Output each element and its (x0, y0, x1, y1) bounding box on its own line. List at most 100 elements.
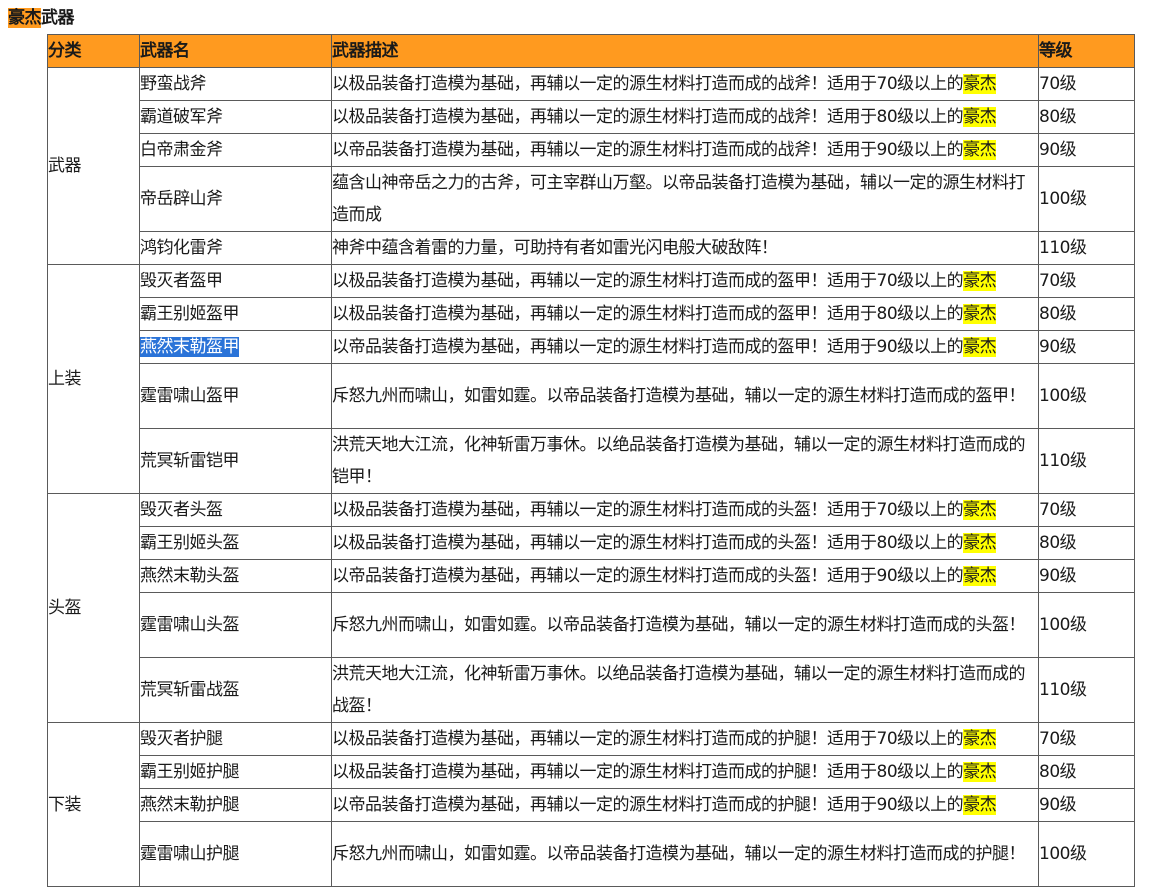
weapon-description: 斥怒九州而啸山，如雷如霆。以帝品装备打造模为基础，辅以一定的源生材料打造而成的盔… (332, 386, 1026, 406)
table-row: 霆雷啸山盔甲 斥怒九州而啸山，如雷如霆。以帝品装备打造模为基础，辅以一定的源生材料… (48, 363, 1135, 429)
weapon-description-cell: 以极品装备打造模为基础，再辅以一定的源生材料打造而成的盔甲！适用于70级以上的豪… (331, 264, 1039, 298)
weapon-description: 斥怒九州而啸山，如雷如霆。以帝品装备打造模为基础，辅以一定的源生材料打造而成的护… (332, 844, 1026, 864)
category-cell: 头盔 (47, 493, 140, 723)
level-cell: 100级 (1038, 166, 1135, 232)
weapon-name: 毁灭者盔甲 (140, 271, 223, 291)
weapon-name-cell: 霆雷啸山头盔 (139, 592, 332, 658)
table-body: 武器 野蛮战斧 以极品装备打造模为基础，再辅以一定的源生材料打造而成的战斧！适用于7… (47, 67, 1135, 887)
weapon-name-cell: 霆雷啸山盔甲 (139, 363, 332, 429)
weapon-description-cell: 以极品装备打造模为基础，再辅以一定的源生材料打造而成的盔甲！适用于80级以上的豪… (331, 297, 1039, 331)
weapon-name-cell: 霸王别姬盔甲 (139, 297, 332, 331)
table-row: 荒冥斩雷铠甲 洪荒天地大江流，化神斩雷万事休。以绝品装备打造模为基础，辅以一定的源… (48, 428, 1135, 494)
highlighted-term: 豪杰 (963, 107, 997, 127)
weapon-name: 鸿钧化雷斧 (140, 238, 223, 258)
weapon-description-cell: 蕴含山神帝岳之力的古斧，可主宰群山万壑。以帝品装备打造模为基础，辅以一定的源生材… (331, 166, 1039, 232)
table-row: 武器 野蛮战斧 以极品装备打造模为基础，再辅以一定的源生材料打造而成的战斧！适用于7… (47, 67, 1135, 265)
weapon-description: 洪荒天地大江流，化神斩雷万事休。以绝品装备打造模为基础，辅以一定的源生材料打造而… (332, 664, 1026, 716)
weapon-name-cell: 霆雷啸山护腿 (139, 821, 332, 887)
weapon-description: 以极品装备打造模为基础，再辅以一定的源生材料打造而成的盔甲！适用于80级以上的 (332, 304, 964, 324)
weapon-name: 霸道破军斧 (140, 107, 223, 127)
highlighted-term: 豪杰 (963, 500, 997, 520)
level-cell: 70级 (1038, 722, 1135, 756)
highlighted-term: 豪杰 (963, 533, 997, 553)
weapon-name: 霸王别姬盔甲 (140, 304, 240, 324)
weapon-description: 洪荒天地大江流，化神斩雷万事休。以绝品装备打造模为基础，辅以一定的源生材料打造而… (332, 435, 1026, 487)
level-cell: 70级 (1038, 493, 1135, 527)
page-title-text: 武器 (41, 8, 75, 28)
level-cell: 110级 (1038, 657, 1135, 723)
level-cell: 90级 (1038, 133, 1135, 167)
weapon-name: 霆雷啸山头盔 (140, 615, 240, 635)
highlighted-term: 豪杰 (963, 271, 997, 291)
weapon-name: 白帝肃金斧 (140, 140, 223, 160)
weapon-description-cell: 以帝品装备打造模为基础，再辅以一定的源生材料打造而成的头盔！适用于90级以上的豪… (331, 559, 1039, 593)
table-row: 帝岳辟山斧 蕴含山神帝岳之力的古斧，可主宰群山万壑。以帝品装备打造模为基础，辅以一… (48, 166, 1135, 232)
table-row: 霸王别姬盔甲 以极品装备打造模为基础，再辅以一定的源生材料打造而成的盔甲！适用于8… (48, 297, 1135, 331)
header-weapon-description: 武器描述 (331, 34, 1039, 68)
weapon-name-cell: 荒冥斩雷铠甲 (139, 428, 332, 494)
weapon-name: 燕然末勒头盔 (140, 566, 240, 586)
table-row: 上装 毁灭者盔甲 以极品装备打造模为基础，再辅以一定的源生材料打造而成的盔甲！适用于… (47, 264, 1135, 494)
level-cell: 90级 (1038, 788, 1135, 822)
weapon-name-cell: 燕然末勒盔甲 (139, 330, 332, 364)
weapon-description-cell: 斥怒九州而啸山，如雷如霆。以帝品装备打造模为基础，辅以一定的源生材料打造而成的护… (331, 821, 1039, 887)
highlighted-term: 豪杰 (963, 795, 997, 815)
weapon-name-cell: 帝岳辟山斧 (139, 166, 332, 232)
weapon-name: 野蛮战斧 (140, 74, 207, 94)
table-row: 霆雷啸山头盔 斥怒九州而啸山，如雷如霆。以帝品装备打造模为基础，辅以一定的源生材料… (48, 592, 1135, 658)
page-title-highlight: 豪杰 (8, 8, 42, 28)
weapon-name: 霸王别姬头盔 (140, 533, 240, 553)
weapon-name: 霆雷啸山盔甲 (140, 386, 240, 406)
weapon-description-cell: 以极品装备打造模为基础，再辅以一定的源生材料打造而成的护腿！适用于70级以上的豪… (331, 722, 1039, 756)
level-cell: 110级 (1038, 231, 1135, 265)
highlighted-term: 豪杰 (963, 140, 997, 160)
table-row: 霆雷啸山护腿 斥怒九州而啸山，如雷如霆。以帝品装备打造模为基础，辅以一定的源生材料… (48, 821, 1135, 887)
weapon-description-cell: 洪荒天地大江流，化神斩雷万事休。以绝品装备打造模为基础，辅以一定的源生材料打造而… (331, 428, 1039, 494)
highlighted-term: 豪杰 (963, 729, 997, 749)
weapon-description-cell: 斥怒九州而啸山，如雷如霆。以帝品装备打造模为基础，辅以一定的源生材料打造而成的头… (331, 592, 1039, 658)
highlighted-term: 豪杰 (963, 762, 997, 782)
level-cell: 80级 (1038, 755, 1135, 789)
weapon-name-cell: 燕然末勒护腿 (139, 788, 332, 822)
table-row: 头盔 毁灭者头盔 以极品装备打造模为基础，再辅以一定的源生材料打造而成的头盔！适用于… (47, 493, 1135, 723)
weapon-description-cell: 神斧中蕴含着雷的力量，可助持有者如雷光闪电般大破敌阵！ (331, 231, 1039, 265)
weapon-description: 神斧中蕴含着雷的力量，可助持有者如雷光闪电般大破敌阵！ (332, 238, 778, 258)
page-title: 豪杰武器 (8, 6, 75, 30)
weapon-description-cell: 以帝品装备打造模为基础，再辅以一定的源生材料打造而成的护腿！适用于90级以上的豪… (331, 788, 1039, 822)
weapon-description: 以极品装备打造模为基础，再辅以一定的源生材料打造而成的头盔！适用于80级以上的 (332, 533, 964, 553)
table-header-row: 分类 武器名 武器描述 等级 (47, 34, 1135, 68)
category-cell: 武器 (47, 67, 140, 265)
table-row: 燕然末勒头盔 以帝品装备打造模为基础，再辅以一定的源生材料打造而成的头盔！适用于9… (48, 559, 1135, 593)
weapon-description-cell: 以极品装备打造模为基础，再辅以一定的源生材料打造而成的护腿！适用于80级以上的豪… (331, 755, 1039, 789)
table-row: 霸道破军斧 以极品装备打造模为基础，再辅以一定的源生材料打造而成的战斧！适用于80… (48, 100, 1135, 134)
level-cell: 100级 (1038, 363, 1135, 429)
weapon-name: 霆雷啸山护腿 (140, 844, 240, 864)
weapon-description-cell: 洪荒天地大江流，化神斩雷万事休。以绝品装备打造模为基础，辅以一定的源生材料打造而… (331, 657, 1039, 723)
header-weapon-name: 武器名 (139, 34, 332, 68)
weapon-description-cell: 以极品装备打造模为基础，再辅以一定的源生材料打造而成的头盔！适用于70级以上的豪… (331, 493, 1039, 527)
table-row: 下装 毁灭者护腿 以极品装备打造模为基础，再辅以一定的源生材料打造而成的护腿！适用于… (47, 722, 1135, 887)
header-level: 等级 (1038, 34, 1135, 68)
weapon-description: 以极品装备打造模为基础，再辅以一定的源生材料打造而成的头盔！适用于70级以上的 (332, 500, 964, 520)
level-cell: 90级 (1038, 330, 1135, 364)
weapon-description: 以极品装备打造模为基础，再辅以一定的源生材料打造而成的护腿！适用于70级以上的 (332, 729, 964, 749)
weapon-name: 毁灭者护腿 (140, 729, 223, 749)
level-cell: 90级 (1038, 559, 1135, 593)
weapon-description: 以帝品装备打造模为基础，再辅以一定的源生材料打造而成的头盔！适用于90级以上的 (332, 566, 964, 586)
weapon-name: 帝岳辟山斧 (140, 189, 223, 209)
table-row: 燕然末勒护腿 以帝品装备打造模为基础，再辅以一定的源生材料打造而成的护腿！适用于9… (48, 788, 1135, 822)
weapon-name: 燕然末勒护腿 (140, 795, 240, 815)
table-row: 白帝肃金斧 以帝品装备打造模为基础，再辅以一定的源生材料打造而成的战斧！适用于90… (48, 133, 1135, 167)
level-cell: 80级 (1038, 297, 1135, 331)
table-row: 鸿钧化雷斧 神斧中蕴含着雷的力量，可助持有者如雷光闪电般大破敌阵！ 110级 (48, 231, 1135, 265)
weapon-description: 以帝品装备打造模为基础，再辅以一定的源生材料打造而成的盔甲！适用于90级以上的 (332, 337, 964, 357)
weapon-name-cell: 毁灭者护腿 (139, 722, 332, 756)
level-cell: 80级 (1038, 526, 1135, 560)
table-row: 燕然末勒盔甲 以帝品装备打造模为基础，再辅以一定的源生材料打造而成的盔甲！适用于9… (48, 330, 1135, 364)
level-cell: 70级 (1038, 264, 1135, 298)
weapon-name: 霸王别姬护腿 (140, 762, 240, 782)
weapon-description: 以极品装备打造模为基础，再辅以一定的源生材料打造而成的盔甲！适用于70级以上的 (332, 271, 964, 291)
weapon-name-cell: 荒冥斩雷战盔 (139, 657, 332, 723)
table-row: 荒冥斩雷战盔 洪荒天地大江流，化神斩雷万事休。以绝品装备打造模为基础，辅以一定的源… (48, 657, 1135, 723)
weapon-name-cell: 霸王别姬护腿 (139, 755, 332, 789)
